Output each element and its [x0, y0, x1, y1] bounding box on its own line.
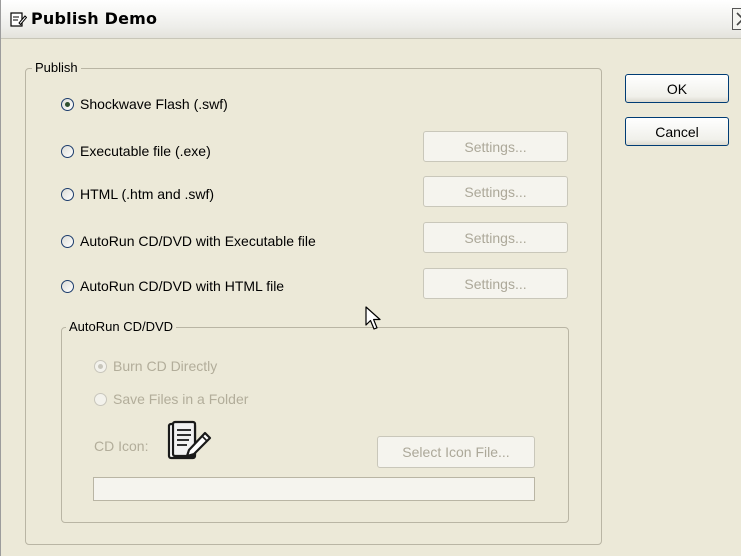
close-icon [736, 12, 741, 26]
publish-group-legend: Publish [32, 60, 81, 76]
radio-burn-cd[interactable] [94, 359, 107, 373]
radio-html[interactable] [61, 187, 74, 201]
publish-demo-dialog: Publish Demo Publish Shockwave Flash (.s… [0, 0, 741, 556]
option-burn-cd-label: Burn CD Directly [113, 358, 218, 374]
cd-icon-label: CD Icon: [94, 438, 149, 454]
close-button[interactable] [732, 8, 741, 30]
window-title: Publish Demo [31, 9, 158, 28]
option-autorun-html[interactable]: AutoRun CD/DVD with HTML file [61, 276, 284, 296]
executable-settings-button[interactable]: Settings... [423, 131, 568, 162]
autorun-html-settings-button[interactable]: Settings... [423, 268, 568, 299]
mouse-cursor-icon [365, 306, 381, 330]
option-executable-label: Executable file (.exe) [80, 143, 211, 159]
option-burn-cd[interactable]: Burn CD Directly [94, 356, 217, 376]
radio-shockwave-flash[interactable] [61, 97, 74, 111]
radio-executable[interactable] [61, 144, 74, 158]
radio-save-folder[interactable] [94, 392, 107, 406]
option-html-label: HTML (.htm and .swf) [80, 186, 215, 202]
option-shockwave-flash[interactable]: Shockwave Flash (.swf) [61, 94, 228, 114]
publish-icon [10, 12, 27, 27]
cancel-button[interactable]: Cancel [625, 117, 729, 146]
option-html[interactable]: HTML (.htm and .swf) [61, 184, 214, 204]
radio-autorun-html[interactable] [61, 279, 74, 293]
icon-path-field [93, 477, 535, 501]
autorun-group-legend: AutoRun CD/DVD [66, 319, 177, 335]
option-autorun-executable-label: AutoRun CD/DVD with Executable file [80, 233, 316, 249]
option-executable[interactable]: Executable file (.exe) [61, 141, 211, 161]
html-settings-button[interactable]: Settings... [423, 176, 568, 207]
autorun-executable-settings-button[interactable]: Settings... [423, 222, 568, 253]
option-autorun-executable[interactable]: AutoRun CD/DVD with Executable file [61, 231, 316, 251]
option-save-folder-label: Save Files in a Folder [113, 391, 249, 407]
document-pen-icon [167, 420, 212, 460]
select-icon-file-button[interactable]: Select Icon File... [377, 436, 535, 468]
radio-autorun-executable[interactable] [61, 234, 74, 248]
option-save-folder[interactable]: Save Files in a Folder [94, 389, 248, 409]
ok-button[interactable]: OK [625, 74, 729, 103]
option-shockwave-flash-label: Shockwave Flash (.swf) [80, 96, 228, 112]
title-bar[interactable]: Publish Demo [1, 0, 741, 39]
option-autorun-html-label: AutoRun CD/DVD with HTML file [80, 278, 285, 294]
